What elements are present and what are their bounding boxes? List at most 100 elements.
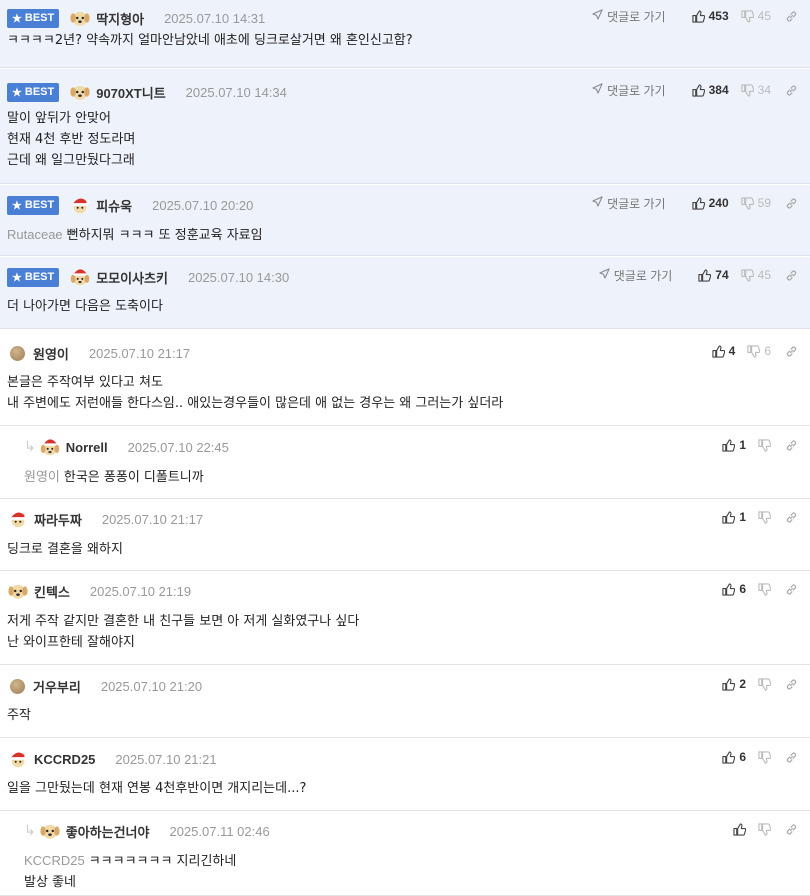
avatar-icon[interactable] xyxy=(10,345,25,361)
dislike-count: 6 xyxy=(764,344,771,358)
link-icon[interactable] xyxy=(785,10,798,23)
dislike-button[interactable]: 59 xyxy=(741,196,771,210)
link-icon[interactable] xyxy=(785,751,798,764)
like-button[interactable]: 4 xyxy=(711,344,735,358)
goto-comment-button[interactable]: 댓글로 가기 xyxy=(592,82,666,99)
like-button[interactable]: 6 xyxy=(722,750,746,764)
comment-actions: 6 xyxy=(710,747,798,767)
nickname-link[interactable]: 모모이사츠키 xyxy=(96,268,168,287)
link-icon[interactable] xyxy=(785,511,798,524)
nickname-link[interactable]: 피슈욱 xyxy=(96,196,132,215)
avatar-icon[interactable] xyxy=(10,678,25,694)
like-button[interactable] xyxy=(733,822,746,836)
like-button[interactable]: 384 xyxy=(691,83,729,97)
link-icon[interactable] xyxy=(785,84,798,97)
nickname-link[interactable]: Norrell xyxy=(66,440,108,455)
thumbs-down-icon xyxy=(758,677,771,691)
link-icon[interactable] xyxy=(785,197,798,210)
avatar-icon[interactable] xyxy=(39,436,61,458)
thumbs-up-icon xyxy=(722,438,736,452)
nickname-link[interactable]: 거우부리 xyxy=(33,677,81,696)
nickname-link[interactable]: 짜라두짜 xyxy=(34,510,82,529)
mention-link[interactable]: Rutaceae xyxy=(7,227,63,242)
dislike-button[interactable]: 45 xyxy=(741,9,771,23)
mention-link[interactable]: 원영이 xyxy=(24,469,60,484)
comment-text-line: 근데 왜 일그만뒀다그래 xyxy=(7,153,135,168)
nickname-link[interactable]: KCCRD25 xyxy=(34,752,95,767)
best-badge-label: BEST xyxy=(24,199,55,211)
best-comment: ★ BEST 피슈욱 2025.07.10 20:20 댓글로 가기 240 59 Rutac… xyxy=(0,185,810,256)
best-badge: ★ BEST xyxy=(7,8,60,28)
link-icon[interactable] xyxy=(785,823,798,836)
like-button[interactable]: 74 xyxy=(698,268,729,282)
comment-header: ★ BEST 9070XT니트 2025.07.10 14:34 xyxy=(7,82,287,102)
thumbs-up-icon xyxy=(733,822,746,836)
comment-header: 거우부리 2025.07.10 21:20 xyxy=(7,676,202,696)
best-badge-label: BEST xyxy=(24,86,55,98)
avatar-icon[interactable] xyxy=(69,266,91,288)
dislike-button[interactable]: 6 xyxy=(747,344,771,358)
send-icon xyxy=(592,9,603,23)
avatar-icon[interactable] xyxy=(7,508,29,530)
thumbs-down-icon xyxy=(758,822,771,836)
link-icon[interactable] xyxy=(785,269,798,282)
dislike-button[interactable]: 45 xyxy=(741,268,771,282)
link-icon[interactable] xyxy=(785,678,798,691)
avatar-icon[interactable] xyxy=(69,7,91,29)
comment-actions: 댓글로 가기 240 59 xyxy=(592,193,798,213)
like-button[interactable]: 240 xyxy=(691,196,729,210)
avatar-icon[interactable] xyxy=(7,580,29,602)
comment: KCCRD25 2025.07.10 21:21 6 일을 그만뒀는데 현재 연봉 4… xyxy=(0,738,810,811)
thumbs-up-icon xyxy=(691,9,705,23)
link-icon[interactable] xyxy=(785,345,798,358)
dislike-count: 45 xyxy=(757,268,771,282)
avatar-icon[interactable] xyxy=(69,194,91,216)
comment: 킨텍스 2025.07.10 21:19 6 저게 주작 같지만 결혼한 내 친구들 … xyxy=(0,571,810,665)
nickname-link[interactable]: 킨텍스 xyxy=(34,582,70,601)
best-badge: ★ BEST xyxy=(7,195,60,215)
nickname-link[interactable]: 좋아하는건너야 xyxy=(66,822,150,841)
dislike-button[interactable] xyxy=(758,677,771,691)
avatar-icon[interactable] xyxy=(7,748,29,770)
comment-actions: 1 xyxy=(710,507,798,527)
goto-comment-label: 댓글로 가기 xyxy=(607,83,666,98)
comment-body: 딩크로 결혼을 왜하지 xyxy=(7,539,123,560)
comment-text-line: 현재 4천 후반 정도라며 xyxy=(7,132,136,147)
nickname-link[interactable]: 9070XT니트 xyxy=(96,83,165,102)
mention-link[interactable]: KCCRD25 xyxy=(24,853,85,868)
nickname-link[interactable]: 딱지형아 xyxy=(96,9,144,28)
like-button[interactable]: 2 xyxy=(722,677,746,691)
dislike-button[interactable] xyxy=(758,582,771,596)
reply-arrow-icon: ↳ xyxy=(24,439,36,455)
dislike-button[interactable] xyxy=(758,438,771,452)
comment-header: ★ BEST 피슈욱 2025.07.10 20:20 xyxy=(7,195,253,215)
like-button[interactable]: 6 xyxy=(722,582,746,596)
nickname-link[interactable]: 원영이 xyxy=(33,344,69,363)
link-icon[interactable] xyxy=(785,583,798,596)
like-button[interactable]: 453 xyxy=(691,9,729,23)
avatar-icon[interactable] xyxy=(39,820,61,842)
send-icon xyxy=(599,268,610,282)
dislike-count: 34 xyxy=(757,83,771,97)
comment-date: 2025.07.11 02:46 xyxy=(169,823,270,839)
goto-comment-button[interactable]: 댓글로 가기 xyxy=(592,195,666,212)
like-button[interactable]: 1 xyxy=(722,438,746,452)
like-button[interactable]: 1 xyxy=(722,510,746,524)
goto-comment-button[interactable]: 댓글로 가기 xyxy=(592,8,666,25)
comment-header: ★ BEST 딱지형아 2025.07.10 14:31 xyxy=(7,8,265,28)
best-badge-label: BEST xyxy=(24,271,55,283)
avatar-icon[interactable] xyxy=(69,81,91,103)
thumbs-up-icon xyxy=(691,196,705,210)
goto-comment-button[interactable]: 댓글로 가기 xyxy=(599,267,672,284)
comment-header: 짜라두짜 2025.07.10 21:17 xyxy=(7,509,203,529)
dislike-button[interactable]: 34 xyxy=(741,83,771,97)
thumbs-up-icon xyxy=(722,750,736,764)
thumbs-down-icon xyxy=(758,438,771,452)
comment-actions: 댓글로 가기 453 45 xyxy=(592,6,798,26)
dislike-button[interactable] xyxy=(758,750,771,764)
star-icon: ★ xyxy=(12,86,22,99)
link-icon[interactable] xyxy=(785,439,798,452)
dislike-button[interactable] xyxy=(758,510,771,524)
like-count: 6 xyxy=(739,582,746,596)
dislike-button[interactable] xyxy=(758,822,771,836)
